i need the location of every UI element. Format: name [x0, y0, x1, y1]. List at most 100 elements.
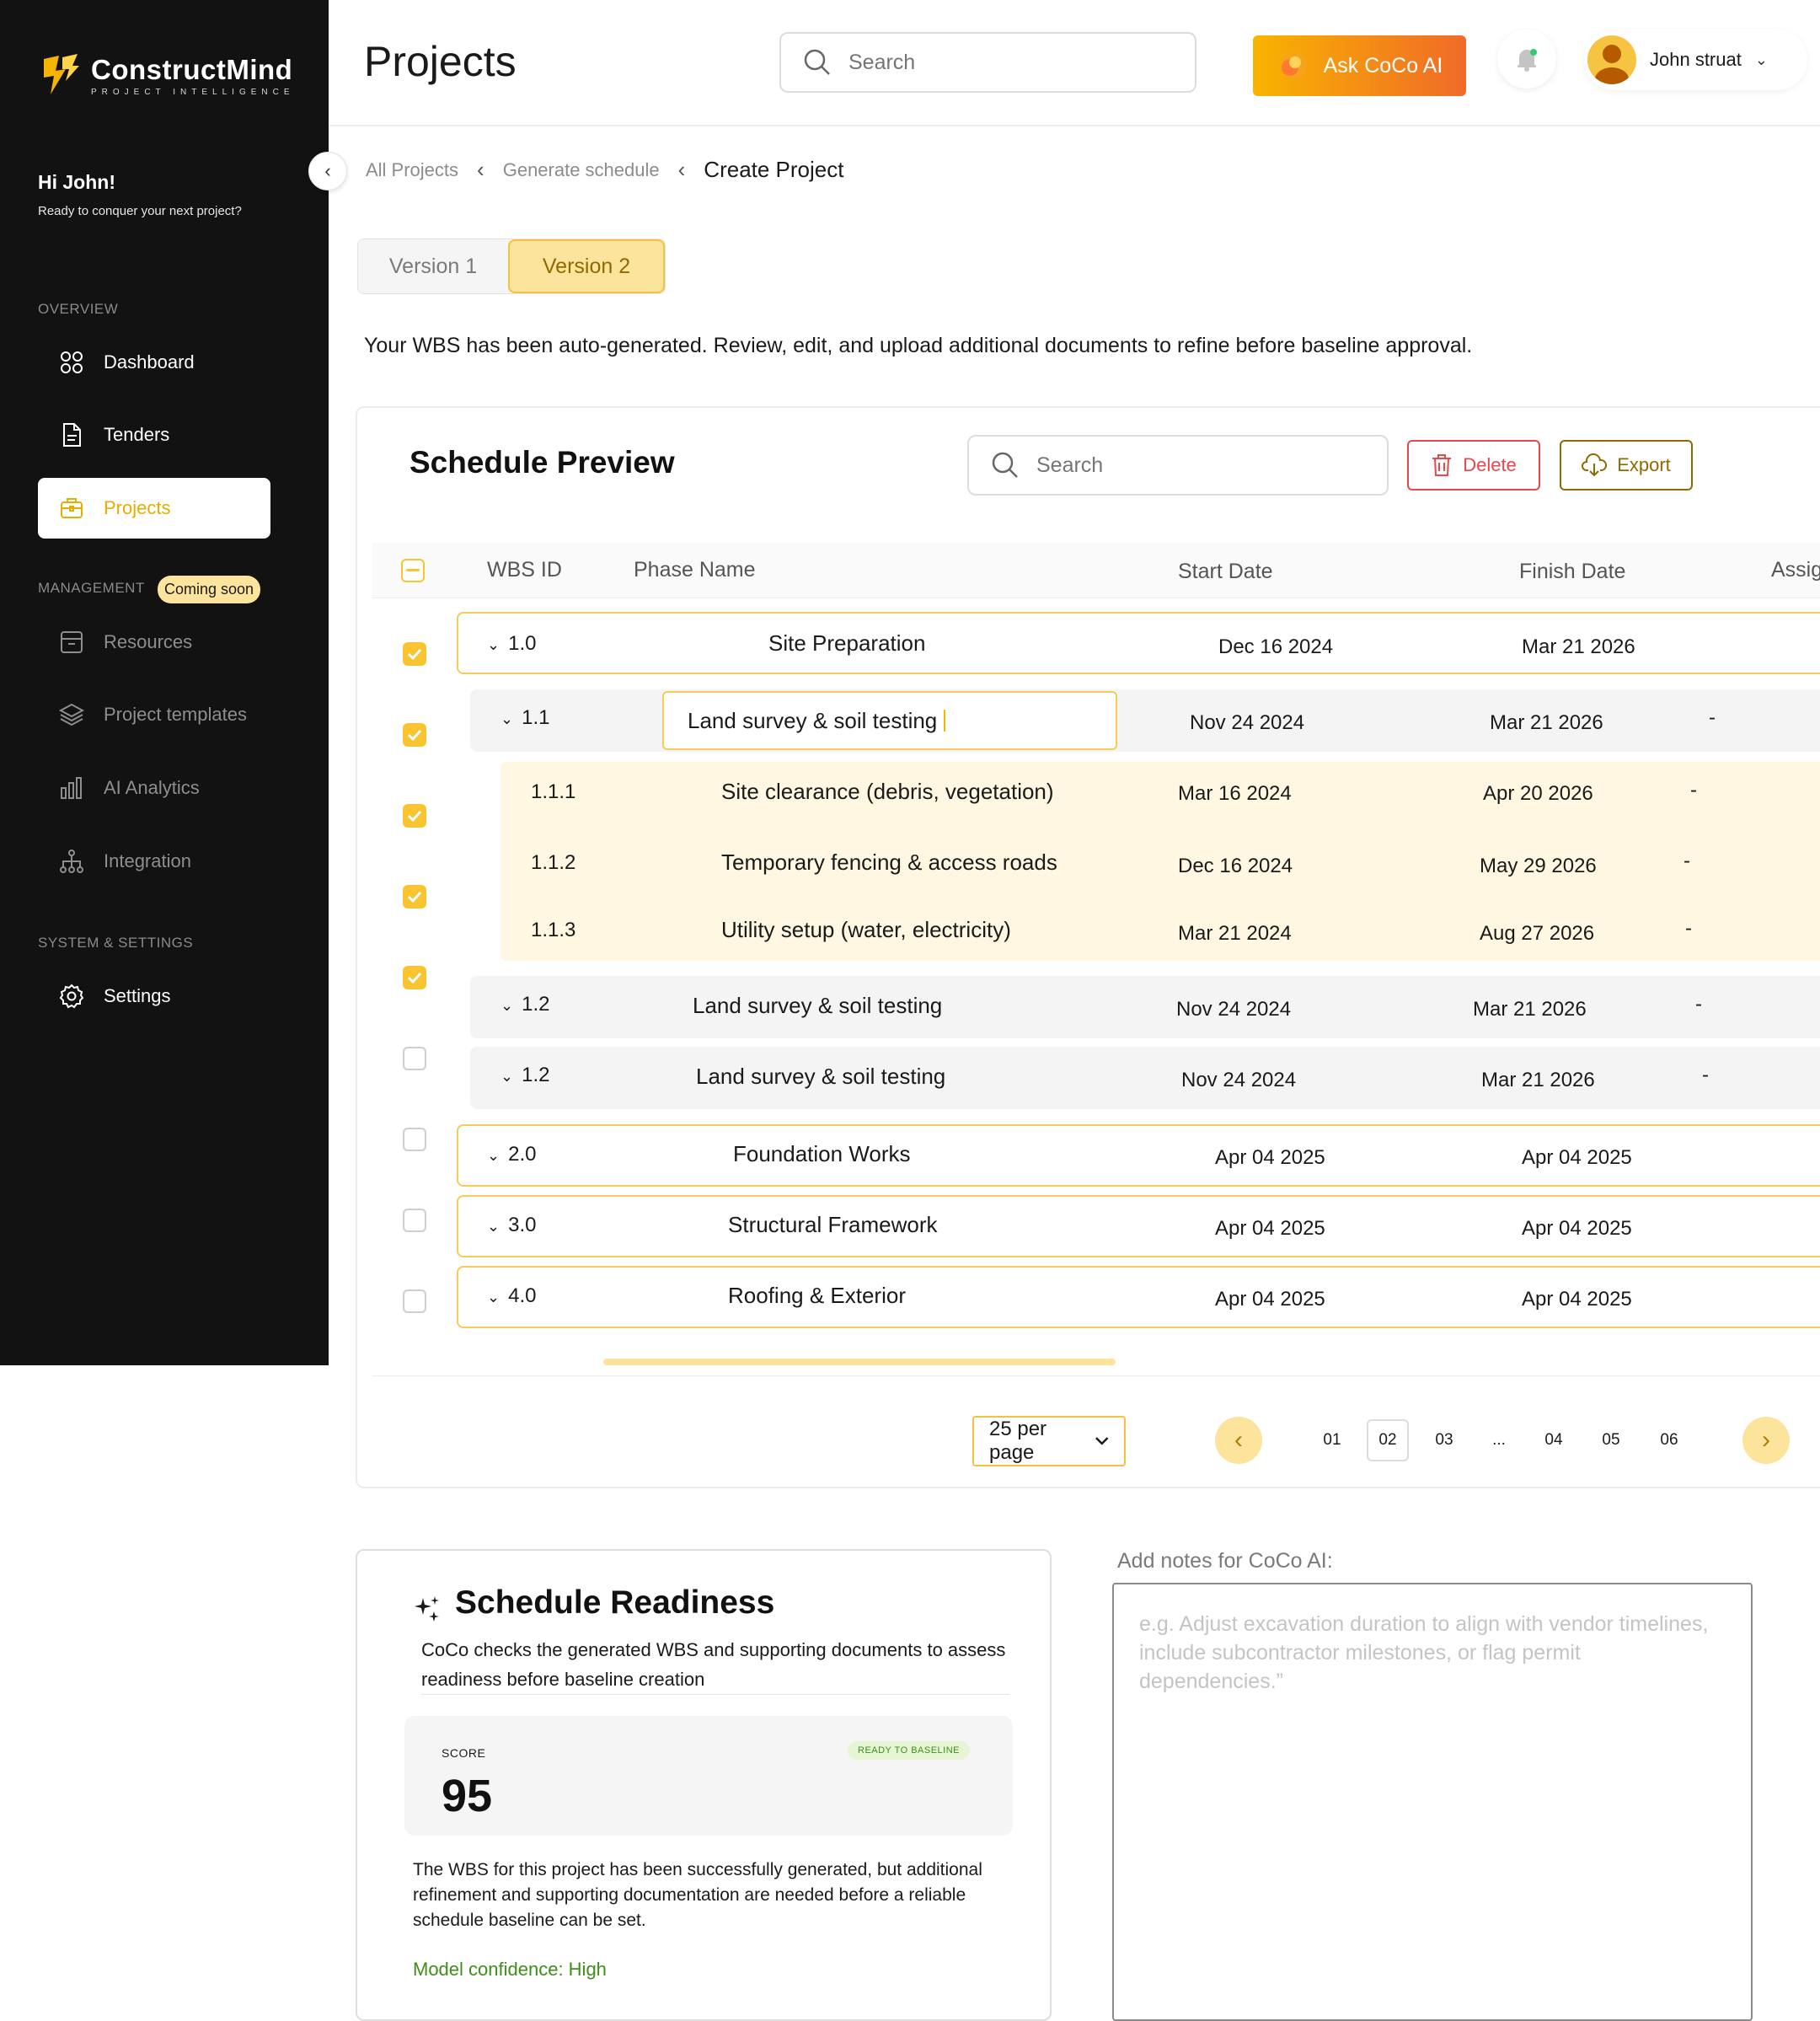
phase-name-cell[interactable]: Land survey & soil testing: [696, 1064, 945, 1090]
notes-textarea[interactable]: [1112, 1583, 1753, 2021]
brand-logo[interactable]: ConstructMind PROJECT INTELLIGENCE: [40, 52, 295, 98]
tab-version-1[interactable]: Version 1: [358, 239, 508, 293]
page-button[interactable]: 04: [1533, 1419, 1575, 1461]
table-row[interactable]: ⌄ 1.2 Land survey & soil testing Nov 24 2…: [470, 1047, 1820, 1109]
sparkles-icon: [415, 1596, 439, 1622]
wbs-id-cell: 1.1.3: [531, 919, 576, 941]
sidebar-item-dashboard[interactable]: Dashboard: [38, 332, 270, 393]
table-row[interactable]: 1.1.2 Temporary fencing & access roads D…: [500, 829, 1820, 897]
row-checkbox[interactable]: [403, 1047, 426, 1070]
notes-label: Add notes for CoCo AI:: [1117, 1549, 1333, 1573]
phase-name-cell[interactable]: Foundation Works: [733, 1141, 911, 1167]
page-button[interactable]: 05: [1590, 1419, 1632, 1461]
model-confidence: Model confidence: High: [413, 1959, 607, 1980]
row-checkbox[interactable]: [403, 642, 426, 666]
wbs-id-cell[interactable]: ⌄ 4.0: [487, 1284, 536, 1308]
assignee-cell: -: [1685, 917, 1692, 940]
column-header-finish-date[interactable]: Finish Date: [1519, 560, 1625, 584]
row-checkbox[interactable]: [403, 1209, 426, 1232]
hierarchy-icon: [58, 848, 85, 875]
wbs-id-cell[interactable]: ⌄ 1.2: [500, 1064, 549, 1087]
assignee-cell: -: [1709, 706, 1716, 729]
horizontal-scrollbar[interactable]: [603, 1359, 1116, 1365]
table-row[interactable]: ⌄ 1.2 Land survey & soil testing Nov 24 2…: [470, 976, 1820, 1038]
sidebar-item-settings[interactable]: Settings: [38, 966, 270, 1027]
section-label-management: MANAGEMENT: [38, 580, 145, 596]
section-label-system: SYSTEM & SETTINGS: [38, 935, 194, 951]
divider: [421, 1694, 1009, 1695]
wbs-id-cell[interactable]: ⌄ 1.0: [487, 632, 536, 656]
row-checkbox[interactable]: [403, 723, 426, 747]
assignee-cell: -: [1702, 1064, 1709, 1086]
phase-name-cell[interactable]: Temporary fencing & access roads: [721, 850, 1057, 876]
phase-name-cell[interactable]: Roofing & Exterior: [728, 1283, 906, 1309]
delete-button[interactable]: Delete: [1407, 440, 1540, 491]
brand-name: ConstructMind: [91, 53, 293, 85]
greeting-title: Hi John!: [38, 171, 115, 193]
table-row[interactable]: ⌄ 1.0 Site Preparation Dec 16 2024 Mar 21…: [457, 612, 1820, 674]
sidebar-item-resources[interactable]: Resources: [38, 612, 270, 673]
phase-name-cell[interactable]: Utility setup (water, electricity): [721, 917, 1011, 943]
breadcrumb-generate-schedule[interactable]: Generate schedule: [503, 159, 660, 181]
phase-name-cell[interactable]: Site clearance (debris, vegetation): [721, 779, 1054, 805]
row-checkbox[interactable]: [403, 885, 426, 909]
divider: [372, 1375, 1820, 1376]
wbs-id-cell[interactable]: ⌄ 3.0: [487, 1214, 536, 1237]
row-checkbox[interactable]: [403, 1289, 426, 1313]
prev-page-button[interactable]: ‹: [1215, 1417, 1262, 1464]
phase-name-cell[interactable]: Site Preparation: [768, 630, 925, 657]
table-row[interactable]: ⌄ 1.1 Land survey & soil testing Nov 24 2…: [470, 689, 1820, 752]
chevron-left-icon: ‹: [477, 157, 484, 182]
table-row[interactable]: 1.1.3 Utility setup (water, electricity)…: [500, 897, 1820, 961]
document-icon: [58, 421, 85, 448]
sidebar-item-ai-analytics[interactable]: AI Analytics: [38, 758, 270, 818]
table-row[interactable]: ⌄ 4.0 Roofing & Exterior Apr 04 2025 Apr …: [457, 1266, 1820, 1328]
page-button[interactable]: 03: [1423, 1419, 1465, 1461]
global-search-input[interactable]: [848, 50, 1169, 75]
wbs-id-cell[interactable]: ⌄ 1.2: [500, 993, 549, 1016]
start-date-cell: Mar 16 2024: [1178, 782, 1292, 805]
sidebar-item-tenders[interactable]: Tenders: [38, 405, 270, 465]
row-checkbox[interactable]: [403, 804, 426, 828]
next-page-button[interactable]: ›: [1742, 1417, 1790, 1464]
sidebar-item-integration[interactable]: Integration: [38, 831, 270, 892]
wbs-id-cell[interactable]: ⌄ 1.1: [500, 706, 549, 730]
column-header-phase-name[interactable]: Phase Name: [634, 558, 756, 582]
table-row[interactable]: 1.1.1 Site clearance (debris, vegetation…: [500, 762, 1820, 829]
per-page-select[interactable]: 25 per page: [972, 1416, 1126, 1466]
wbs-id-cell[interactable]: ⌄ 2.0: [487, 1143, 536, 1166]
tab-version-2[interactable]: Version 2: [508, 239, 665, 293]
table-search-input[interactable]: [1036, 453, 1357, 478]
column-header-assignee[interactable]: Assig: [1771, 558, 1820, 582]
chevron-down-icon: ⌄: [500, 997, 514, 1014]
notifications-button[interactable]: [1497, 29, 1556, 88]
breadcrumb-all-projects[interactable]: All Projects: [366, 159, 458, 181]
sidebar-collapse-button[interactable]: ‹: [308, 152, 347, 190]
phase-name-cell[interactable]: Structural Framework: [728, 1212, 938, 1238]
phase-name-edit-input[interactable]: Land survey & soil testing: [662, 691, 1117, 750]
table-search[interactable]: [967, 435, 1389, 496]
chevron-down-icon: ⌄: [487, 1218, 500, 1235]
schedule-preview-card: Schedule Preview Delete Export WBS ID Ph…: [356, 406, 1820, 1488]
select-all-checkbox[interactable]: [401, 559, 425, 582]
page-button[interactable]: 06: [1648, 1419, 1690, 1461]
column-header-wbs-id[interactable]: WBS ID: [487, 558, 562, 582]
export-button[interactable]: Export: [1560, 440, 1693, 491]
table-row[interactable]: ⌄ 3.0 Structural Framework Apr 04 2025 Ap…: [457, 1195, 1820, 1257]
sidebar-item-projects[interactable]: Projects: [38, 478, 270, 539]
global-search[interactable]: [779, 32, 1196, 93]
user-menu[interactable]: John struat ⌄: [1584, 29, 1807, 90]
phase-name-cell[interactable]: Land survey & soil testing: [693, 993, 942, 1019]
column-header-start-date[interactable]: Start Date: [1178, 560, 1273, 584]
wbs-id-cell: 1.1.1: [531, 780, 576, 803]
cloud-download-icon: [1582, 453, 1608, 477]
page-button[interactable]: 02: [1367, 1419, 1409, 1461]
row-checkbox[interactable]: [403, 1128, 426, 1151]
ask-coco-ai-button[interactable]: Ask CoCo AI: [1253, 35, 1466, 96]
chevron-down-icon: ⌄: [1754, 51, 1768, 68]
page-button[interactable]: 01: [1311, 1419, 1353, 1461]
row-checkbox[interactable]: [403, 966, 426, 989]
sidebar-item-templates[interactable]: Project templates: [38, 684, 270, 745]
table-row[interactable]: ⌄ 2.0 Foundation Works Apr 04 2025 Apr 04…: [457, 1124, 1820, 1187]
coco-orb-icon: [1279, 52, 1307, 79]
